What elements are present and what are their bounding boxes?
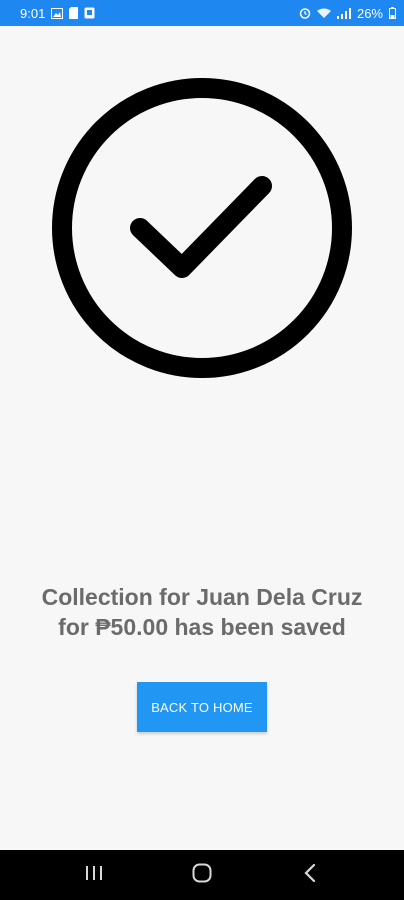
image-icon [51, 7, 64, 19]
wifi-icon [316, 8, 331, 19]
back-icon [304, 863, 316, 887]
battery-icon [389, 7, 396, 19]
check-circle-icon [52, 78, 352, 378]
home-icon [192, 863, 212, 888]
back-button[interactable] [280, 850, 340, 900]
recent-apps-icon [85, 865, 103, 886]
status-right: 26% [299, 6, 396, 21]
status-bar: 9:01 26% [0, 0, 404, 26]
status-time: 9:01 [20, 5, 46, 21]
home-button[interactable] [172, 850, 232, 900]
signal-icon [336, 7, 351, 19]
success-message: Collection for Juan Dela Cruz for ₱50.00… [41, 584, 363, 640]
app-notification-icon [84, 7, 95, 19]
battery-percent: 26% [356, 5, 383, 21]
back-to-home-button[interactable]: BACK TO HOME [137, 682, 267, 732]
sd-card-icon [69, 7, 79, 19]
status-left: 9:01 [20, 6, 95, 21]
success-screen: Collection for Juan Dela Cruz for ₱50.00… [0, 26, 404, 850]
navigation-bar [0, 850, 404, 900]
alarm-icon [299, 7, 311, 19]
recent-apps-button[interactable] [64, 850, 124, 900]
